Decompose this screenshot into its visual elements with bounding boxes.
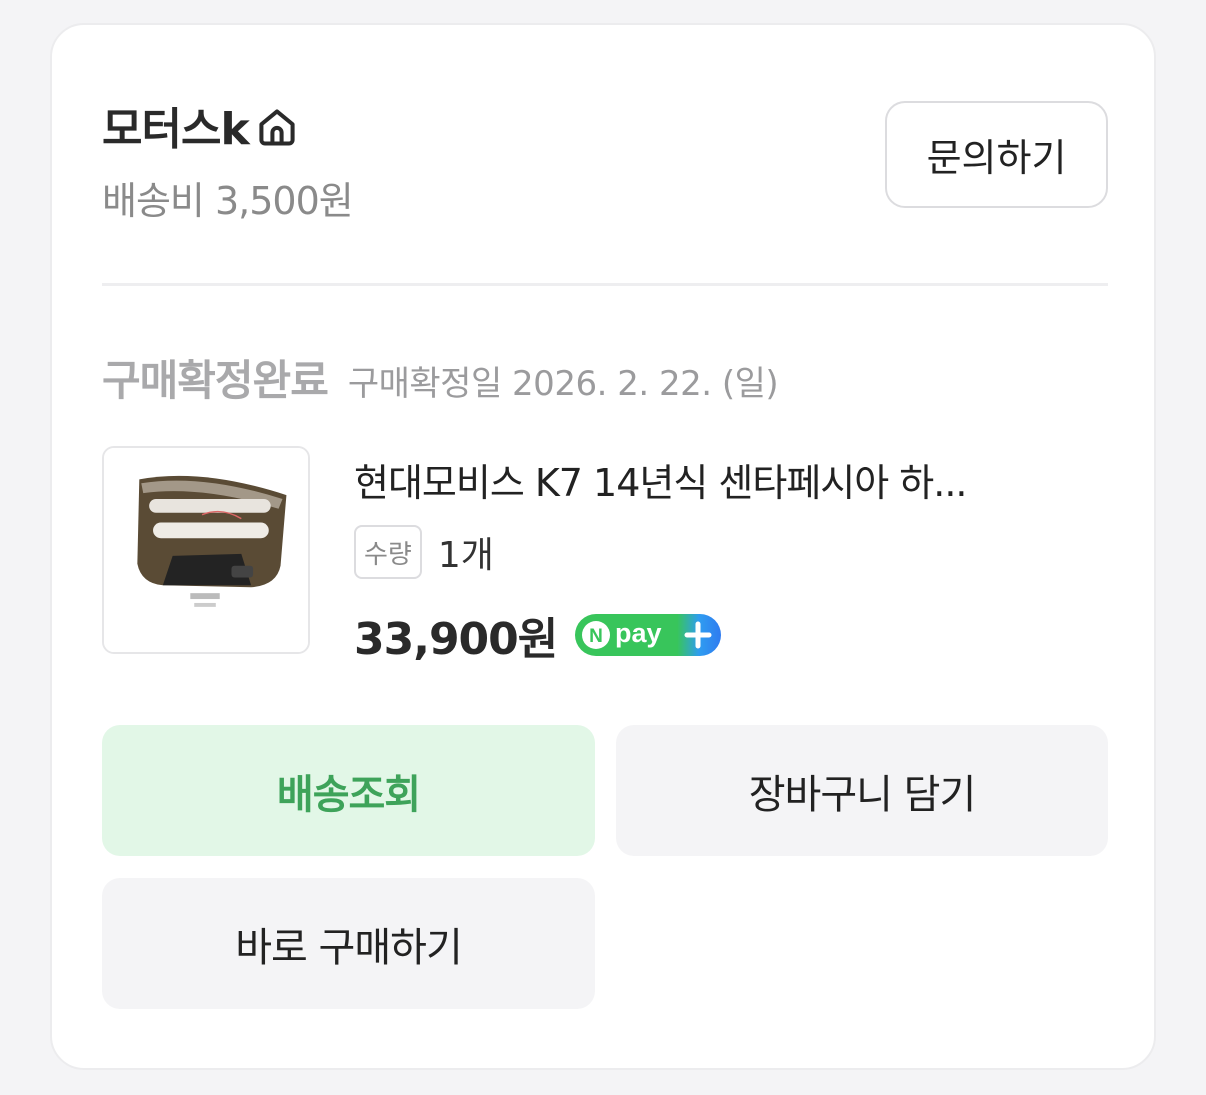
confirm-date: 구매확정일 2026. 2. 22. (일) (347, 364, 779, 404)
store-name[interactable]: 모터스k (102, 93, 250, 157)
order-status: 구매확정완료 (102, 356, 329, 405)
track-delivery-button[interactable]: 배송조회 (102, 725, 595, 856)
product-title[interactable]: 현대모비스 K7 14년식 센타페시아 하... (354, 452, 1074, 507)
store-header[interactable]: 모터스k (102, 93, 299, 157)
price-row: 33,900원 N pay (354, 603, 722, 667)
buy-now-button[interactable]: 바로 구매하기 (102, 878, 595, 1009)
add-to-cart-button[interactable]: 장바구니 담기 (616, 725, 1108, 856)
shipping-fee: 배송비 3,500원 (102, 179, 354, 223)
order-card: 모터스k 배송비 3,500원 문의하기 구매확정완료 구매확정일 2026. … (50, 23, 1156, 1070)
svg-text:pay: pay (615, 618, 662, 648)
inquiry-button[interactable]: 문의하기 (885, 101, 1108, 208)
quantity-label: 수량 (354, 525, 422, 579)
product-image (104, 448, 308, 652)
quantity-value: 1개 (437, 535, 494, 576)
product-thumbnail[interactable] (102, 446, 310, 654)
npay-plus-badge: N pay (575, 614, 722, 656)
order-status-row: 구매확정완료 구매확정일 2026. 2. 22. (일) (102, 347, 779, 408)
svg-text:N: N (589, 626, 603, 647)
divider (102, 283, 1108, 286)
quantity-row: 수량 1개 (354, 525, 494, 579)
home-icon[interactable] (255, 105, 299, 149)
product-price: 33,900원 (354, 614, 558, 665)
